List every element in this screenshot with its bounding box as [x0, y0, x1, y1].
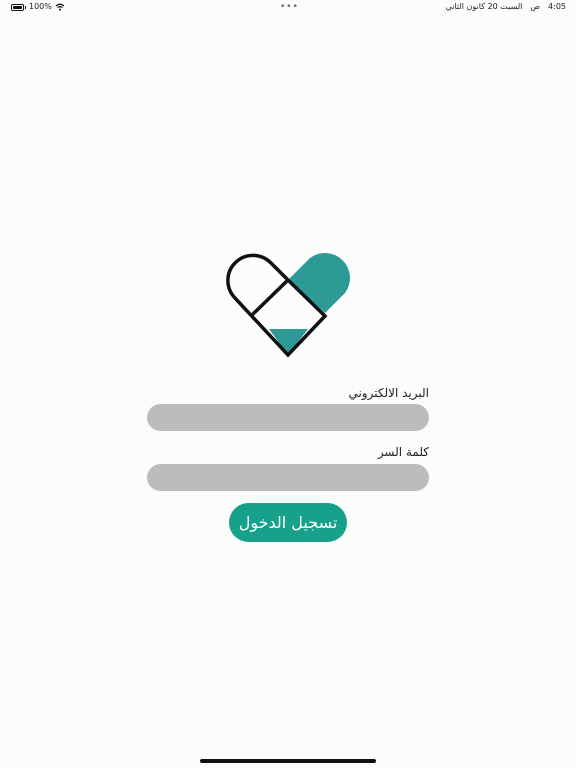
status-bar: 100% ••• 4:05 ص السبت 20 كانون الثاني — [0, 0, 576, 14]
battery-percentage: 100% — [29, 2, 52, 11]
login-button[interactable]: تسجيل الدخول — [229, 503, 347, 542]
password-field[interactable] — [147, 464, 429, 491]
status-period: ص — [530, 2, 541, 11]
status-date: السبت 20 كانون الثاني — [445, 2, 523, 11]
battery-nub — [25, 5, 26, 9]
status-right: 4:05 ص السبت 20 كانون الثاني — [446, 0, 566, 14]
email-field[interactable] — [147, 404, 429, 431]
status-time: 4:05 — [548, 2, 566, 11]
home-indicator[interactable] — [200, 759, 376, 763]
heart-pill-logo — [226, 253, 350, 358]
password-label: كلمة السر — [377, 445, 429, 459]
login-form: البريد الالكتروني كلمة السر — [147, 385, 429, 491]
battery-icon — [11, 3, 24, 11]
email-label: البريد الالكتروني — [348, 386, 429, 400]
wifi-icon — [55, 3, 65, 11]
logo-teal-lobe — [288, 253, 350, 313]
status-left: 100% — [11, 0, 65, 14]
multitasking-dots[interactable]: ••• — [280, 0, 299, 14]
